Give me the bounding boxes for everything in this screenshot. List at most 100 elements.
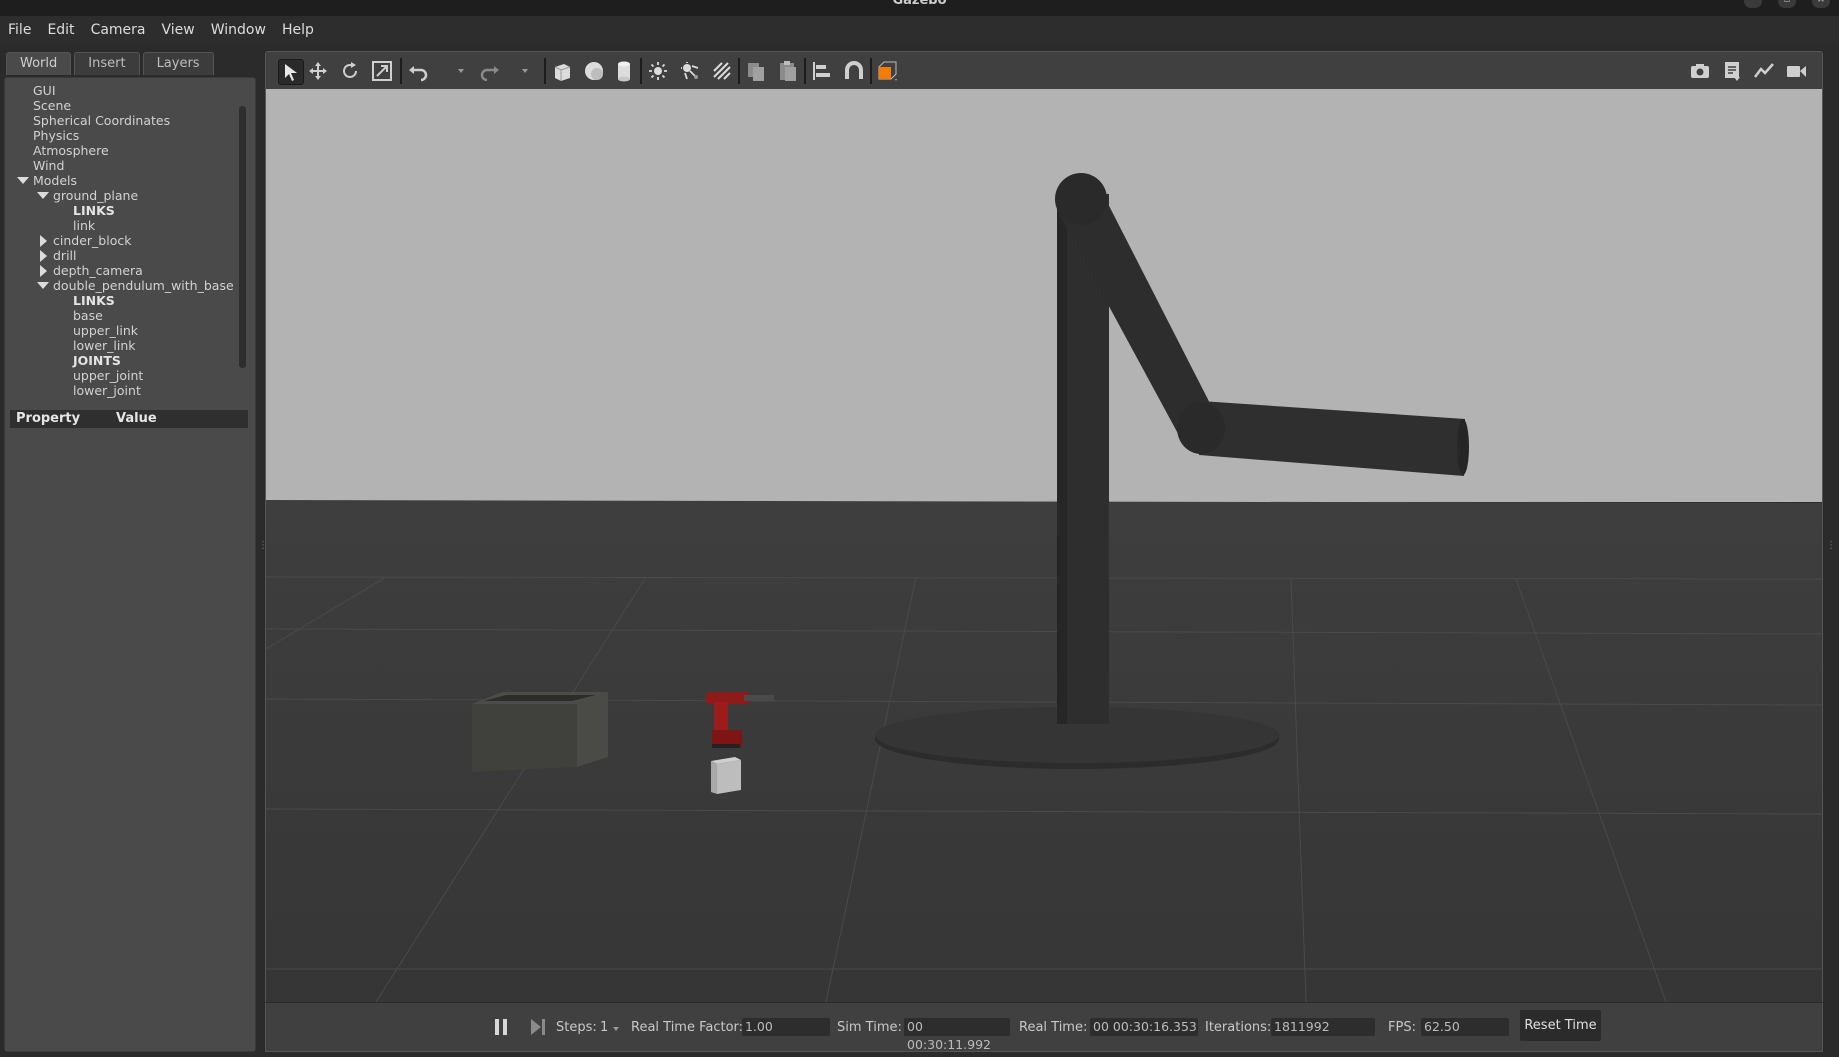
menu-help[interactable]: Help xyxy=(274,22,322,38)
tree-item[interactable]: Physics xyxy=(11,128,241,143)
sim-time-value: 00 00:30:11.992 xyxy=(904,1018,1010,1052)
world-tree[interactable]: GUI Scene Spherical Coordinates Physics Atmo… xyxy=(11,83,241,406)
menu-view[interactable]: View xyxy=(154,22,203,38)
redo-dropdown-icon[interactable] xyxy=(522,69,528,73)
toolbar-separator xyxy=(804,58,806,84)
expand-arrow-right-icon[interactable] xyxy=(40,265,47,277)
tree-item-label: Spherical Coordinates xyxy=(33,113,171,128)
tree-item[interactable]: double_pendulum_with_base xyxy=(11,278,241,293)
sim-time-label: Sim Time: xyxy=(837,1020,902,1035)
tree-item[interactable]: drill xyxy=(11,248,241,263)
expand-arrow-right-icon[interactable] xyxy=(40,235,47,247)
select-mode-icon[interactable] xyxy=(278,59,304,85)
snap-icon[interactable] xyxy=(842,59,866,83)
steps-spinner-icon[interactable] xyxy=(613,1027,619,1031)
step-forward-icon[interactable] xyxy=(530,1019,546,1035)
video-record-icon[interactable] xyxy=(1784,59,1808,83)
tree-item[interactable]: Scene xyxy=(11,98,241,113)
tree-item[interactable]: Atmosphere xyxy=(11,143,241,158)
log-icon[interactable] xyxy=(1720,59,1744,83)
tree-item[interactable]: link xyxy=(11,218,241,233)
menu-edit[interactable]: Edit xyxy=(39,22,82,38)
window-title: Gazebo xyxy=(892,0,947,8)
scale-mode-icon[interactable] xyxy=(370,59,394,83)
real-time-label: Real Time: xyxy=(1019,1020,1088,1035)
tree-item-label: drill xyxy=(53,248,77,263)
pause-icon[interactable] xyxy=(493,1019,509,1035)
left-panel: World Insert Layers GUI Scene Spherical Co… xyxy=(4,50,256,1052)
directional-light-icon[interactable] xyxy=(710,59,734,83)
tree-item[interactable]: upper_joint xyxy=(11,368,241,383)
panel-tabs: World Insert Layers xyxy=(6,52,217,76)
tree-item[interactable]: base xyxy=(11,308,241,323)
redo-icon[interactable] xyxy=(478,59,502,83)
tree-item[interactable]: depth_camera xyxy=(11,263,241,278)
paste-icon[interactable] xyxy=(776,59,800,83)
tree-item[interactable]: Models xyxy=(11,173,241,188)
fps-value: 62.50 xyxy=(1421,1018,1509,1036)
tree-item[interactable]: JOINTS xyxy=(11,353,241,368)
right-splitter-handle[interactable]: ⋮ xyxy=(1826,540,1836,560)
translate-mode-icon[interactable] xyxy=(306,59,330,83)
world-panel: GUI Scene Spherical Coordinates Physics Atmo… xyxy=(4,77,256,1052)
minimize-icon[interactable]: – xyxy=(1744,0,1762,8)
align-icon[interactable] xyxy=(810,59,834,83)
expand-arrow-down-icon[interactable] xyxy=(17,177,29,184)
sphere-shape-icon[interactable] xyxy=(582,59,606,83)
tree-item[interactable]: Wind xyxy=(11,158,241,173)
toolbar-separator xyxy=(738,58,740,84)
tree-item[interactable]: cinder_block xyxy=(11,233,241,248)
steps-label: Steps: xyxy=(556,1020,597,1035)
plot-icon[interactable] xyxy=(1752,59,1776,83)
tree-item-label: cinder_block xyxy=(53,233,132,248)
tab-layers[interactable]: Layers xyxy=(142,52,214,75)
tree-item[interactable]: Spherical Coordinates xyxy=(11,113,241,128)
tree-item[interactable]: LINKS xyxy=(11,293,241,308)
menu-window[interactable]: Window xyxy=(203,22,274,38)
tree-item[interactable]: LINKS xyxy=(11,203,241,218)
rotate-mode-icon[interactable] xyxy=(338,59,362,83)
change-view-icon[interactable] xyxy=(876,59,900,83)
tree-item[interactable]: ground_plane xyxy=(11,188,241,203)
tree-item[interactable]: GUI xyxy=(11,83,241,98)
tree-item[interactable]: lower_joint xyxy=(11,383,241,398)
tree-scrollbar[interactable] xyxy=(239,106,246,368)
gray-cube[interactable] xyxy=(711,757,741,794)
copy-icon[interactable] xyxy=(744,59,768,83)
fps-label: FPS: xyxy=(1388,1020,1416,1035)
tab-world[interactable]: World xyxy=(6,52,72,75)
expand-arrow-right-icon[interactable] xyxy=(40,250,47,262)
maximize-icon[interactable]: ▫ xyxy=(1778,0,1796,8)
property-table-header: Property Value xyxy=(10,410,248,428)
cylinder-shape-icon[interactable] xyxy=(612,59,636,83)
tree-item-label: link xyxy=(73,218,96,233)
real-time-value: 00 00:30:16.353 xyxy=(1090,1018,1198,1036)
tree-item-label: Atmosphere xyxy=(33,143,109,158)
box-shape-icon[interactable] xyxy=(550,59,574,83)
reset-time-button[interactable]: Reset Time xyxy=(1520,1010,1601,1041)
tree-item-label: lower_link xyxy=(73,338,136,353)
spot-light-icon[interactable] xyxy=(678,59,702,83)
cinder-block[interactable] xyxy=(472,692,608,772)
expand-arrow-down-icon[interactable] xyxy=(37,192,49,199)
undo-icon[interactable] xyxy=(406,59,430,83)
steps-spinbox[interactable]: 1 xyxy=(600,1020,608,1035)
real-time-factor-value: 1.00 xyxy=(742,1018,830,1036)
tree-item[interactable]: upper_link xyxy=(11,323,241,338)
screenshot-icon[interactable] xyxy=(1688,59,1712,83)
tree-item[interactable]: lower_link xyxy=(11,338,241,353)
tree-item-label: Wind xyxy=(33,158,65,173)
tree-item-label: Models xyxy=(33,173,78,188)
scene-viewport[interactable] xyxy=(265,89,1823,1002)
menu-file[interactable]: File xyxy=(0,22,39,38)
point-light-icon[interactable] xyxy=(646,59,670,83)
tree-item-label: lower_joint xyxy=(73,383,141,398)
undo-dropdown-icon[interactable] xyxy=(458,69,464,73)
panel-splitter-handle[interactable]: ⋮ xyxy=(258,540,268,560)
menu-camera[interactable]: Camera xyxy=(83,22,154,38)
status-bar: Steps: 1 Real Time Factor: 1.00 Sim Time… xyxy=(265,1002,1823,1052)
tab-insert[interactable]: Insert xyxy=(74,52,140,75)
expand-arrow-down-icon[interactable] xyxy=(37,282,49,289)
toolbar-separator xyxy=(870,58,872,84)
close-icon[interactable]: × xyxy=(1812,0,1830,8)
